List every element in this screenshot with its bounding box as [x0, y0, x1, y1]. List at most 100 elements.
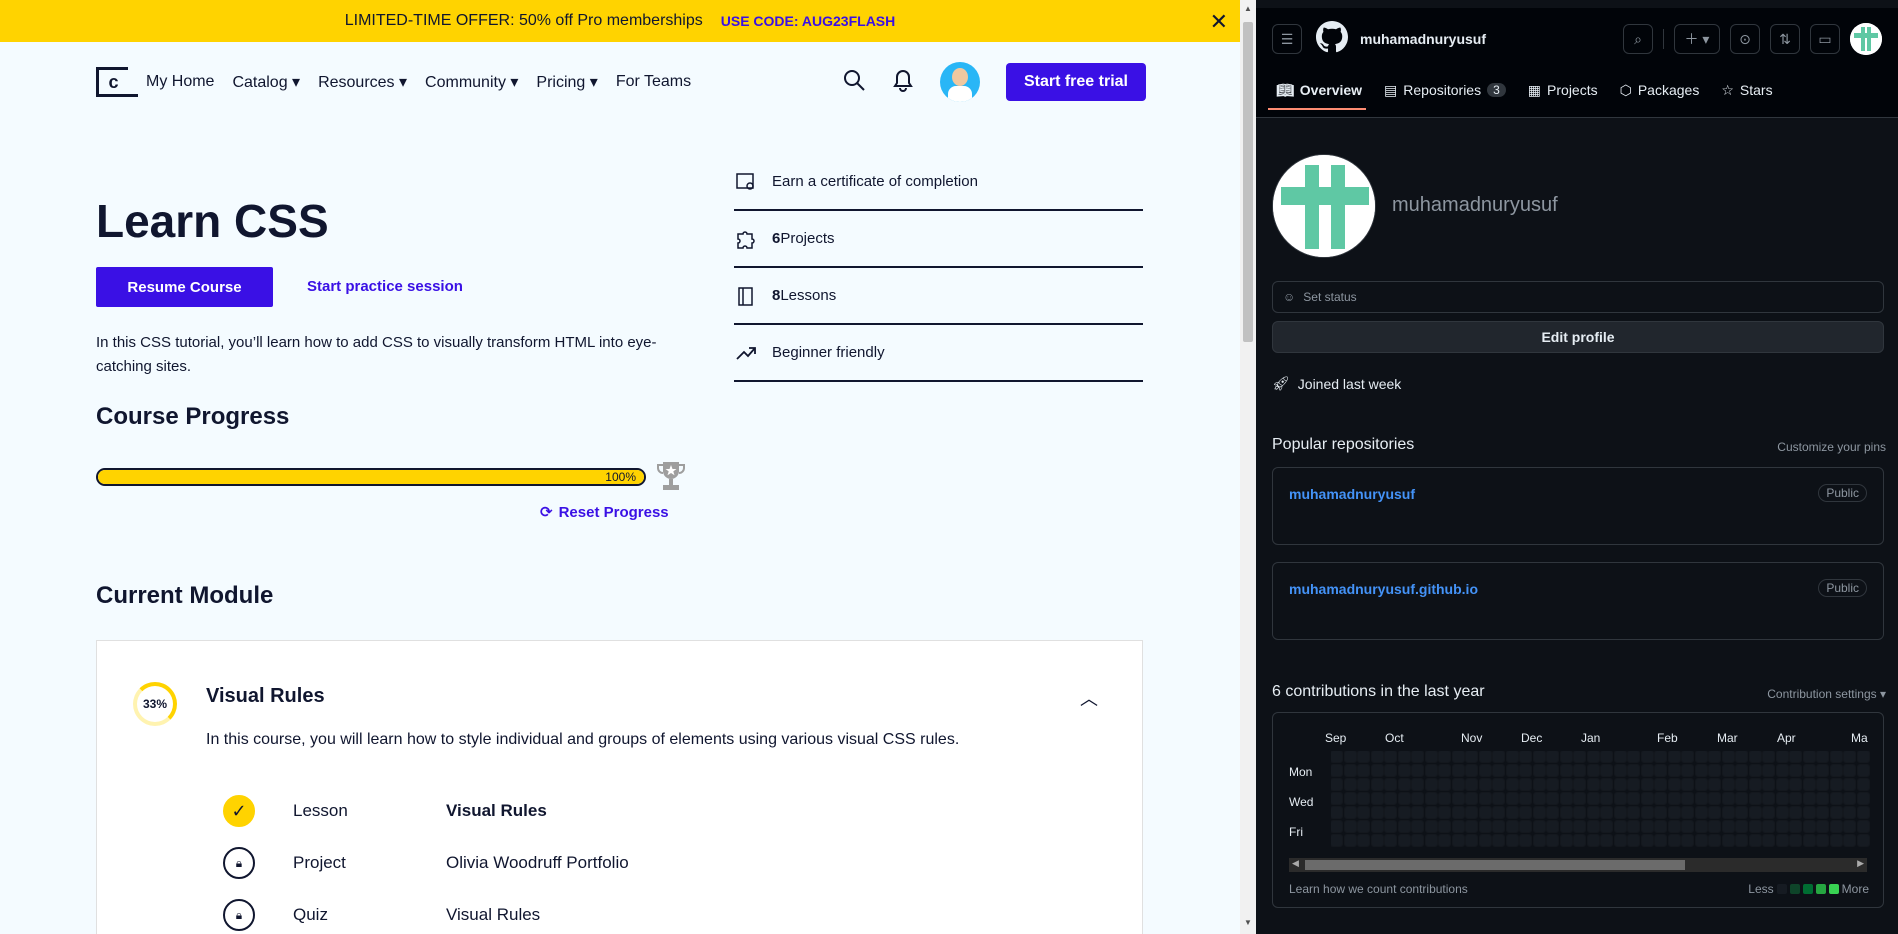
tab-stars[interactable]: ☆ Stars [1721, 70, 1772, 110]
trophy-icon [655, 459, 687, 493]
close-icon[interactable]: ✕ [1210, 9, 1228, 35]
issues-icon[interactable]: ⊙ [1730, 24, 1760, 54]
hamburger-menu-icon[interactable]: ☰ [1272, 24, 1302, 54]
nav-my-home[interactable]: My Home [146, 73, 214, 91]
main-nav: c My Home Catalog ▾ Resources ▾ Communit… [96, 62, 1146, 102]
tab-overview[interactable]: 📖︎ Overview [1267, 70, 1367, 110]
contribution-cell [1506, 793, 1518, 804]
resume-course-button[interactable]: Resume Course [96, 267, 273, 307]
contribution-cell [1385, 765, 1396, 776]
avatar[interactable] [939, 62, 980, 102]
contribution-cell [1668, 835, 1680, 846]
contribution-cell [1506, 835, 1518, 846]
tab-label: Overview [1299, 82, 1363, 98]
scroll-down-arrow-icon[interactable]: ▼ [1244, 918, 1252, 927]
tab-packages[interactable]: ⬡ Packages [1620, 70, 1700, 110]
contribution-cell [1817, 793, 1828, 804]
contribution-grid [1331, 751, 1871, 851]
bell-icon[interactable] [892, 68, 914, 97]
profile-avatar[interactable] [1272, 154, 1376, 258]
course-progress-bar: 100% [96, 468, 646, 486]
customize-pins-link[interactable]: Customize your pins [1777, 440, 1886, 454]
progress-fill [98, 470, 644, 484]
horizontal-scrollbar[interactable]: ◀ ▶ [1289, 858, 1867, 872]
github-username[interactable]: muhamadnuryusuf [1360, 31, 1486, 47]
module-item[interactable]: ✓ Lesson Visual Rules [223, 795, 547, 827]
module-item[interactable]: 🔒︎ Quiz Visual Rules [223, 899, 540, 931]
contribution-cell [1493, 807, 1504, 818]
visibility-badge: Public [1818, 484, 1867, 502]
contribution-cell [1493, 793, 1504, 804]
codecademy-logo[interactable]: c [96, 67, 138, 97]
scroll-up-arrow-icon[interactable]: ▲ [1244, 4, 1252, 13]
contribution-cell [1493, 821, 1504, 832]
contribution-cell [1547, 835, 1558, 846]
contribution-cell [1385, 751, 1396, 762]
scrollbar-thumb[interactable] [1243, 22, 1253, 342]
contribution-legend: Less More [1748, 882, 1869, 896]
contribution-settings-dropdown[interactable]: Contribution settings ▾ [1767, 687, 1886, 701]
chevron-up-icon[interactable]: ︿ [1080, 685, 1098, 711]
contribution-cell [1722, 765, 1734, 776]
inbox-icon[interactable]: ▭ [1810, 24, 1840, 54]
tab-projects[interactable]: ▦ Projects [1528, 70, 1598, 110]
set-status-button[interactable]: ☺ Set status [1272, 281, 1884, 313]
repo-icon: ▤ [1384, 81, 1398, 98]
reset-progress-link[interactable]: ⟳ Reset Progress [540, 503, 669, 522]
nav-for-teams[interactable]: For Teams [616, 73, 691, 91]
contribution-cell [1668, 751, 1680, 762]
contribution-cell [1560, 779, 1572, 790]
learn-contributions-link[interactable]: Learn how we count contributions [1289, 882, 1468, 896]
nav-resources[interactable]: Resources ▾ [318, 72, 407, 92]
contribution-cell [1506, 765, 1518, 776]
repo-name-link[interactable]: muhamadnuryusuf [1289, 486, 1415, 502]
contribution-cell [1439, 835, 1450, 846]
contribution-cell [1601, 807, 1612, 818]
nav-community[interactable]: Community ▾ [425, 72, 518, 92]
vertical-scrollbar[interactable]: ▲ ▼ [1240, 0, 1256, 934]
tab-label: Projects [1547, 82, 1598, 98]
repo-name-link[interactable]: muhamadnuryusuf.github.io [1289, 581, 1478, 597]
search-icon[interactable]: ⌕ [1623, 24, 1653, 54]
module-title: Visual Rules [206, 685, 325, 707]
contribution-cell [1655, 751, 1666, 762]
contribution-cell [1425, 751, 1437, 762]
start-practice-link[interactable]: Start practice session [307, 278, 463, 295]
contribution-cell [1844, 821, 1855, 832]
github-logo-icon[interactable] [1316, 20, 1348, 58]
module-item[interactable]: 🔒︎ Project Olivia Woodruff Portfolio [223, 847, 629, 879]
contribution-cell [1668, 765, 1680, 776]
edit-profile-button[interactable]: Edit profile [1272, 321, 1884, 353]
contribution-cell [1385, 821, 1396, 832]
contribution-cell [1803, 793, 1815, 804]
repo-count-badge: 3 [1487, 83, 1506, 97]
avatar[interactable] [1850, 23, 1882, 55]
contribution-cell [1628, 751, 1639, 762]
nav-pricing[interactable]: Pricing ▾ [536, 72, 597, 92]
contribution-cell [1425, 765, 1437, 776]
pull-requests-icon[interactable]: ⇅ [1770, 24, 1800, 54]
contribution-cell [1479, 807, 1491, 818]
item-type: Project [293, 853, 346, 872]
package-icon: ⬡ [1619, 81, 1632, 98]
create-new-plus-icon[interactable]: ＋ ▾ [1674, 24, 1720, 54]
contribution-cell [1479, 793, 1491, 804]
contribution-cell [1331, 751, 1342, 762]
scrollbar-thumb[interactable] [1305, 860, 1685, 870]
module-progress-ring: 33% [133, 682, 177, 726]
start-free-trial-button[interactable]: Start free trial [1005, 63, 1146, 101]
nav-catalog[interactable]: Catalog ▾ [232, 72, 300, 92]
contribution-cell [1412, 793, 1423, 804]
contribution-cell [1763, 765, 1774, 776]
contribution-cell [1466, 793, 1477, 804]
contribution-cell [1439, 807, 1450, 818]
contribution-cell [1844, 793, 1855, 804]
contribution-cell [1533, 821, 1545, 832]
legend-swatch [1776, 884, 1787, 894]
github-header: ☰ muhamadnuryusuf ⌕ ＋ ▾ ⊙ ⇅ ▭ 📖︎ Overview… [1256, 8, 1898, 118]
tab-repositories[interactable]: ▤ Repositories 3 [1384, 70, 1506, 110]
scroll-left-arrow-icon[interactable]: ◀ [1292, 858, 1299, 869]
search-icon[interactable] [842, 68, 866, 97]
visibility-badge: Public [1818, 579, 1867, 597]
scroll-right-arrow-icon[interactable]: ▶ [1857, 858, 1864, 869]
